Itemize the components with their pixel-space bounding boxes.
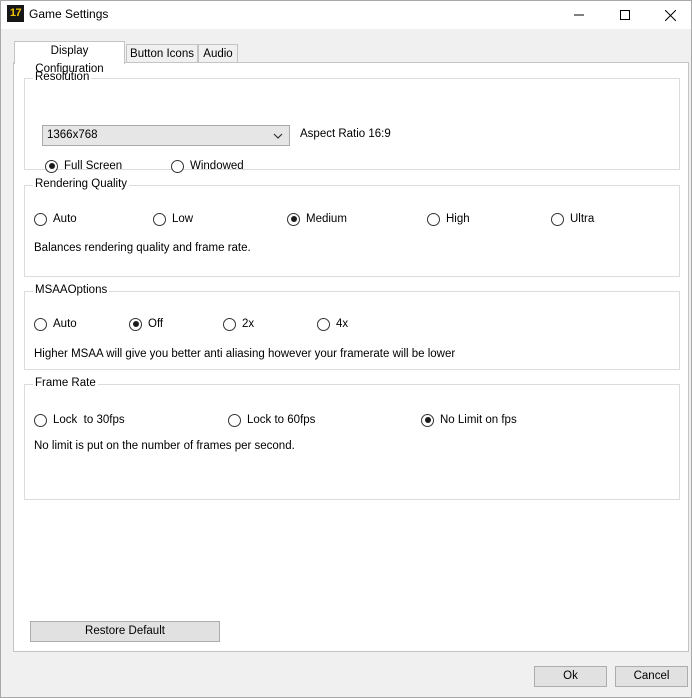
maximize-icon <box>620 10 630 20</box>
radio-checked-icon <box>129 317 142 331</box>
radio-unchecked-icon <box>551 212 564 226</box>
frame-rate-group-label: Frame Rate <box>33 377 98 389</box>
quality-auto-radio[interactable]: Auto <box>34 211 77 227</box>
msaa-4x-radio[interactable]: 4x <box>317 316 348 332</box>
windowed-label: Windowed <box>190 160 244 172</box>
quality-high-label: High <box>446 213 470 225</box>
rendering-quality-description: Balances rendering quality and frame rat… <box>34 242 251 254</box>
close-button[interactable] <box>647 1 692 29</box>
window-title: Game Settings <box>29 7 109 21</box>
no-limit-fps-label: No Limit on fps <box>440 414 517 426</box>
resolution-group: Resolution 1366x768 Aspect Ratio 16:9 Fu… <box>24 71 680 173</box>
quality-high-radio[interactable]: High <box>427 211 470 227</box>
windowed-radio[interactable]: Windowed <box>171 158 244 174</box>
radio-checked-icon <box>287 212 300 226</box>
quality-low-radio[interactable]: Low <box>153 211 193 227</box>
radio-unchecked-icon <box>34 413 47 427</box>
chevron-down-icon <box>271 128 285 143</box>
restore-default-button[interactable]: Restore Default <box>30 621 220 642</box>
quality-ultra-label: Ultra <box>570 213 595 225</box>
quality-ultra-radio[interactable]: Ultra <box>551 211 594 227</box>
tab-display-configuration[interactable]: Display Configuration <box>14 41 125 75</box>
display-configuration-panel: Resolution 1366x768 Aspect Ratio 16:9 Fu… <box>13 62 689 652</box>
lock-30fps-label: Lock to 30fps <box>53 414 125 426</box>
radio-unchecked-icon <box>153 212 166 226</box>
ok-button[interactable]: Ok <box>534 666 607 687</box>
msaa-group-label: MSAAOptions <box>33 284 110 296</box>
msaa-auto-label: Auto <box>53 318 77 330</box>
app-icon: 17 <box>7 5 24 22</box>
radio-unchecked-icon <box>34 317 47 331</box>
cancel-button[interactable]: Cancel <box>615 666 688 687</box>
radio-unchecked-icon <box>34 212 47 226</box>
maximize-button[interactable] <box>602 1 648 29</box>
frame-rate-group: Frame Rate Lock to 30fps Lock to 60fps N… <box>24 377 680 500</box>
no-limit-fps-radio[interactable]: No Limit on fps <box>421 412 517 428</box>
close-icon <box>664 9 676 21</box>
frame-rate-description: No limit is put on the number of frames … <box>34 440 295 452</box>
msaa-2x-label: 2x <box>242 318 255 330</box>
msaa-off-radio[interactable]: Off <box>129 316 163 332</box>
rendering-quality-group: Rendering Quality Auto Low Medium High U… <box>24 178 680 277</box>
msaa-options-group: MSAAOptions Auto Off 2x 4x Higher MSAA w… <box>24 284 680 370</box>
radio-unchecked-icon <box>171 159 184 173</box>
lock-30fps-radio[interactable]: Lock to 30fps <box>34 412 125 428</box>
aspect-ratio-label: Aspect Ratio 16:9 <box>300 128 391 140</box>
rendering-quality-group-label: Rendering Quality <box>33 178 130 190</box>
resolution-dropdown[interactable]: 1366x768 <box>42 125 290 146</box>
minimize-icon <box>574 14 584 16</box>
radio-unchecked-icon <box>228 413 241 427</box>
quality-medium-radio[interactable]: Medium <box>287 211 347 227</box>
msaa-4x-label: 4x <box>336 318 349 330</box>
quality-medium-label: Medium <box>306 213 347 225</box>
quality-auto-label: Auto <box>53 213 77 225</box>
radio-unchecked-icon <box>223 317 236 331</box>
radio-checked-icon <box>421 413 434 427</box>
msaa-description: Higher MSAA will give you better anti al… <box>34 348 456 360</box>
radio-unchecked-icon <box>427 212 440 226</box>
msaa-off-label: Off <box>148 318 164 330</box>
lock-60fps-label: Lock to 60fps <box>247 414 316 426</box>
quality-low-label: Low <box>172 213 194 225</box>
full-screen-label: Full Screen <box>64 160 123 172</box>
game-settings-window: 17 Game Settings Display Configuration B… <box>0 0 692 698</box>
msaa-2x-radio[interactable]: 2x <box>223 316 254 332</box>
full-screen-radio[interactable]: Full Screen <box>45 158 122 174</box>
tab-button-icons[interactable]: Button Icons <box>126 44 198 64</box>
msaa-auto-radio[interactable]: Auto <box>34 316 77 332</box>
lock-60fps-radio[interactable]: Lock to 60fps <box>228 412 315 428</box>
radio-checked-icon <box>45 159 58 173</box>
title-bar[interactable]: 17 Game Settings <box>1 1 691 29</box>
tab-audio[interactable]: Audio <box>198 44 238 64</box>
resolution-selected-value: 1366x768 <box>47 129 98 141</box>
minimize-button[interactable] <box>556 1 602 29</box>
radio-unchecked-icon <box>317 317 330 331</box>
